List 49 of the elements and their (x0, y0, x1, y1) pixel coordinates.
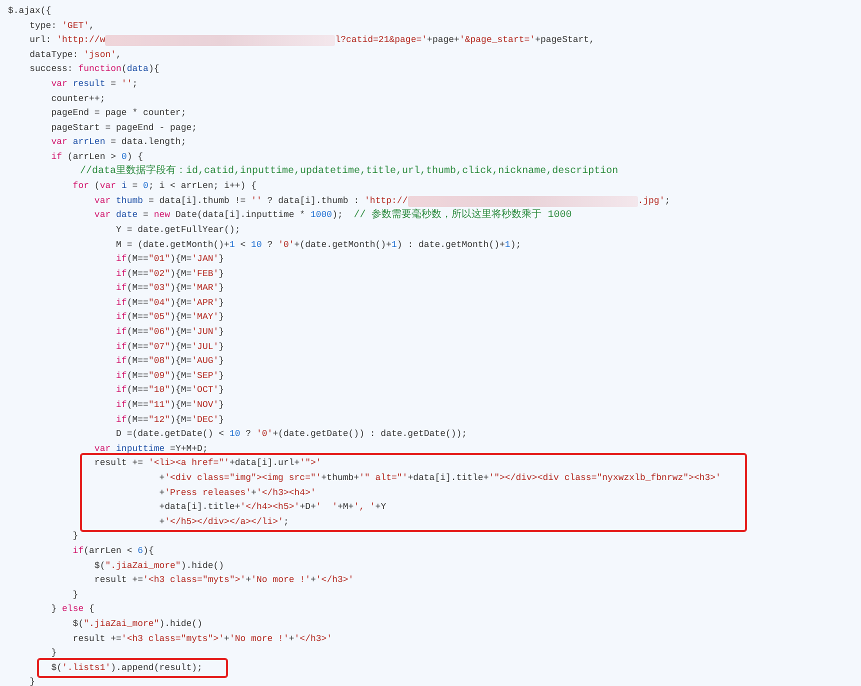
code-line: var date = new Date(data[i].inputtime * 1000); // 参数需要毫秒数，所以这里将秒数乘于 1000 (93, 208, 572, 223)
code-line: } (72, 588, 78, 602)
code-line: D =(date.getDate() < 10 ? '0'+(date.getDate()) : date.getDate()); (115, 428, 468, 442)
code-line: result +='<h3 class="myts">'+'No more !'+'</h3>' (72, 632, 332, 646)
code-line: M = (date.getMonth()+1 < 10 ? '0'+(date.getMonth()+1) : date.getMonth()+1); (115, 238, 522, 252)
code-line: //data里数据字段有：id,catid,inputtime,updatetime,title,url,thumb,click,nickname,description (79, 164, 618, 180)
code-line: result +='<h3 class="myts">'+'No more !'+'</h3>' (93, 574, 354, 588)
code-line: } (72, 530, 78, 544)
code-line: +'<div class="img"><img src="'+thumb+'" alt="'+data[i].title+'"></div><div class="nyxwzxlb_fbnrwz"><h3>' (158, 472, 721, 485)
code-line: counter++; (50, 92, 106, 106)
code-text: l?catid=21&page='+page+'&page_start='+pageStart, (335, 34, 594, 48)
code-line: if(M=="11"){M='NOV'} (115, 399, 224, 412)
code-line: if(M=="12"){M='DEC'} (115, 414, 224, 427)
code-line: result += '<li><a href="'+data[i].url+'">' (93, 457, 322, 470)
code-line: if(M=="03"){M='MAR'} (115, 282, 224, 296)
code-line: } (28, 676, 36, 686)
code-line: if(M=="06"){M='JUN'} (115, 326, 224, 340)
code-line: $(".jiaZai_more").hide() (93, 560, 224, 573)
code-line: var arrLen = data.length; (50, 136, 186, 150)
code-line: pageStart = pageEnd - page; (50, 122, 198, 135)
code-line: if(M=="10"){M='OCT'} (115, 384, 224, 398)
code-line: if(M=="07"){M='JUL'} (115, 340, 224, 354)
code-line: } else { (50, 603, 94, 616)
code-line: +'Press releases'+'</h3><h4>' (158, 486, 316, 500)
code-line: if(arrLen < 6){ (72, 544, 154, 558)
code-line: if (arrLen > 0) { (50, 150, 144, 164)
code-line: if(M=="05"){M='MAY'} (115, 311, 224, 324)
code-text: url: 'http://w (28, 34, 106, 48)
code-text: var thumb = data[i].thumb != '' ? data[i].thumb : 'http:// (93, 194, 408, 208)
code-line: dataType: 'json', (28, 48, 122, 62)
code-text: .jpg'; (638, 194, 670, 208)
code-line: $.ajax({ (8, 5, 52, 18)
code-line: if(M=="01"){M='JAN'} (115, 253, 224, 266)
code-line: Y = date.getFullYear(); (115, 224, 240, 237)
code-line: +'</h5></div></a></li>'; (158, 516, 289, 529)
code-line: if(M=="08"){M='AUG'} (115, 355, 224, 368)
code-line: type: 'GET', (28, 20, 94, 33)
code-line: var result = ''; (50, 78, 138, 91)
code-line: for (var i = 0; i < arrLen; i++) { (72, 180, 256, 194)
code-line: $('.lists1').append(result); (50, 662, 202, 675)
code-line: +data[i].title+'</h4><h5>'+D+' '+M+', '+Y (158, 501, 386, 514)
code-line: success: function(data){ (28, 63, 160, 76)
code-line: pageEnd = page * counter; (50, 107, 186, 120)
code-line: $(".jiaZai_more").hide() (72, 618, 202, 631)
code-line: if(M=="02"){M='FEB'} (115, 268, 224, 281)
code-line: if(M=="09"){M='SEP'} (115, 370, 224, 383)
code-line: } (50, 647, 57, 660)
code-line: if(M=="04"){M='APR'} (115, 296, 224, 310)
code-line: var inputtime =Y+M+D; (93, 442, 208, 456)
